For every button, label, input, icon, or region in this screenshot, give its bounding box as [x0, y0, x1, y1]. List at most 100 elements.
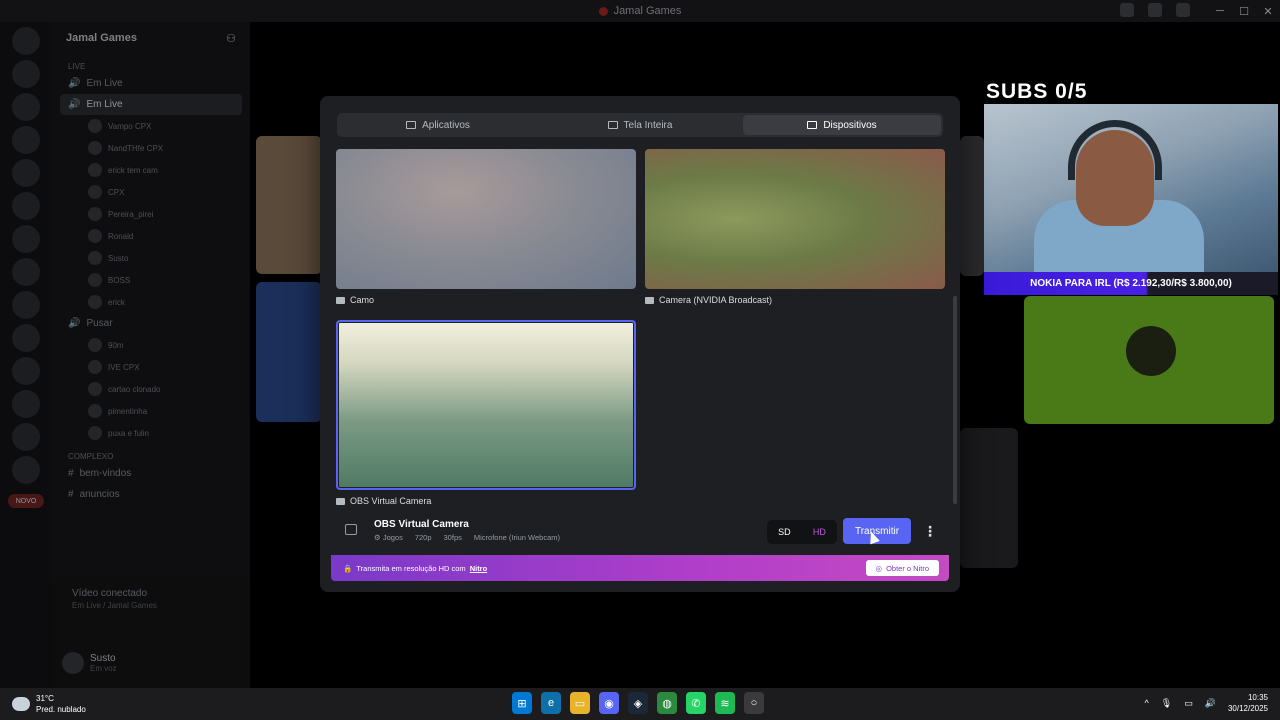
- server-icon[interactable]: [12, 126, 40, 154]
- help-icon[interactable]: [1176, 3, 1190, 17]
- folder-icon[interactable]: ▭: [570, 692, 590, 714]
- more-options-button[interactable]: ⋮: [921, 521, 939, 541]
- weather-widget[interactable]: 31°C Pred. nublado: [12, 693, 86, 715]
- sd-button[interactable]: SD: [778, 527, 791, 537]
- avatar: [1126, 326, 1176, 376]
- volume-icon[interactable]: 🔊: [1205, 698, 1216, 709]
- camera-icon: [336, 497, 345, 505]
- voice-user[interactable]: Ronald: [52, 225, 250, 247]
- device-card-obs[interactable]: OBS Virtual Camera: [336, 320, 636, 506]
- video-tile[interactable]: [1024, 296, 1274, 424]
- account-panel[interactable]: Susto Em voz: [62, 652, 117, 674]
- inbox-icon[interactable]: [1120, 3, 1134, 17]
- server-icon[interactable]: [12, 225, 40, 253]
- voice-user[interactable]: NandTHfe CPX: [52, 137, 250, 159]
- server-icon[interactable]: [12, 390, 40, 418]
- server-icon[interactable]: [12, 159, 40, 187]
- server-icon[interactable]: [12, 291, 40, 319]
- video-tile[interactable]: [256, 282, 322, 422]
- nitro-link[interactable]: Nitro: [470, 564, 488, 573]
- server-header[interactable]: Jamal Games ⚇: [52, 22, 250, 54]
- scrollbar[interactable]: [953, 296, 957, 504]
- category-complexo[interactable]: COMPLEXO: [52, 444, 250, 463]
- server-icon[interactable]: [12, 423, 40, 451]
- speaker-icon: 🔊: [68, 78, 81, 89]
- voice-user[interactable]: CPX: [52, 181, 250, 203]
- discord-icon[interactable]: ◉: [599, 692, 619, 714]
- channel-bem-vindos[interactable]: # bem-vindos: [52, 463, 250, 484]
- hash-icon: #: [68, 468, 74, 479]
- device-preview[interactable]: [336, 320, 636, 490]
- whatsapp-icon[interactable]: ✆: [686, 692, 706, 714]
- hd-button[interactable]: HD: [813, 527, 826, 537]
- camera-icon: [336, 296, 345, 304]
- voice-user[interactable]: Susto: [52, 247, 250, 269]
- microphone[interactable]: Microfone (Iriun Webcam): [474, 533, 560, 542]
- video-tile[interactable]: [256, 136, 322, 274]
- app-icon[interactable]: ○: [744, 692, 764, 714]
- device-label: OBS Virtual Camera: [350, 496, 432, 506]
- close-button[interactable]: ✕: [1256, 0, 1280, 22]
- network-icon[interactable]: ▭: [1184, 698, 1193, 709]
- server-icon[interactable]: [12, 192, 40, 220]
- avatar: [88, 207, 102, 221]
- voice-user[interactable]: Pereira_pirei: [52, 203, 250, 225]
- server-icon[interactable]: [12, 324, 40, 352]
- voice-user[interactable]: BOSS: [52, 269, 250, 291]
- source-type[interactable]: ⚙ Jogos: [374, 533, 403, 542]
- server-icon[interactable]: [12, 456, 40, 484]
- video-tile[interactable]: [960, 136, 984, 276]
- server-icon[interactable]: [12, 60, 40, 88]
- voice-user[interactable]: pimentinha: [52, 400, 250, 422]
- voice-user[interactable]: erick tem cam: [52, 159, 250, 181]
- device-label: Camera (NVIDIA Broadcast): [659, 295, 773, 305]
- channel-pusar[interactable]: 🔊 Pusar: [52, 313, 250, 334]
- nitro-text: Transmita em resolução HD com: [356, 563, 466, 573]
- edge-icon[interactable]: e: [541, 692, 561, 714]
- steam-icon[interactable]: ◈: [628, 692, 648, 714]
- voice-user[interactable]: cartao clonado: [52, 378, 250, 400]
- minimize-button[interactable]: ─: [1208, 0, 1232, 22]
- maximize-button[interactable]: ☐: [1232, 0, 1256, 22]
- clock[interactable]: 10:35 30/12/2025: [1228, 692, 1268, 714]
- spotify-icon[interactable]: ≋: [715, 692, 735, 714]
- avatar: [88, 426, 102, 440]
- screen-icon[interactable]: [1148, 3, 1162, 17]
- server-name: Jamal Games: [66, 32, 137, 44]
- tab-dispositivos[interactable]: Dispositivos: [743, 115, 941, 135]
- title-bar: Jamal Games ─ ☐ ✕: [0, 0, 1280, 22]
- server-icon[interactable]: [12, 27, 40, 55]
- voice-user[interactable]: 90m: [52, 334, 250, 356]
- tab-tela-inteira[interactable]: Tela Inteira: [541, 115, 739, 135]
- chevron-up-icon[interactable]: ^: [1145, 698, 1149, 708]
- tab-aplicativos[interactable]: Aplicativos: [339, 115, 537, 135]
- device-card-nvidia[interactable]: Camera (NVIDIA Broadcast): [645, 149, 945, 305]
- voice-status: Vídeo conectado: [72, 588, 148, 599]
- chrome-icon[interactable]: ◍: [657, 692, 677, 714]
- server-icon[interactable]: [12, 357, 40, 385]
- voice-user[interactable]: erick: [52, 291, 250, 313]
- channel-em-live-active[interactable]: 🔊 Em Live: [60, 94, 242, 115]
- camera-icon: [645, 296, 654, 304]
- voice-user[interactable]: puxa e fulin: [52, 422, 250, 444]
- mic-icon[interactable]: 🎙: [1161, 698, 1172, 709]
- start-icon[interactable]: ⊞: [512, 692, 532, 714]
- channel-anuncios[interactable]: # anuncios: [52, 484, 250, 505]
- voice-user[interactable]: Vampo CPX: [52, 115, 250, 137]
- device-preview[interactable]: [336, 149, 636, 289]
- source-meta: ⚙ Jogos 720p 30fps Microfone (Iriun Webc…: [374, 533, 560, 542]
- video-tile[interactable]: [960, 428, 1018, 568]
- device-card-camo[interactable]: Camo: [336, 149, 636, 305]
- server-icon[interactable]: [12, 258, 40, 286]
- add-user-icon[interactable]: ⚇: [226, 32, 236, 45]
- channel-em-live[interactable]: 🔊 Em Live: [52, 73, 250, 94]
- voice-user[interactable]: IVE CPX: [52, 356, 250, 378]
- get-nitro-button[interactable]: ◎ Obter o Nitro: [865, 560, 939, 576]
- user-panel: Vídeo conectado Em Live / Jamal Games Su…: [52, 578, 250, 688]
- speaker-icon: 🔊: [68, 318, 81, 329]
- device-preview[interactable]: [645, 149, 945, 289]
- source-icon: [345, 524, 357, 535]
- voice-connected-panel[interactable]: Vídeo conectado Em Live / Jamal Games: [52, 578, 250, 610]
- category-live[interactable]: LIVE: [52, 54, 250, 73]
- server-icon[interactable]: [12, 93, 40, 121]
